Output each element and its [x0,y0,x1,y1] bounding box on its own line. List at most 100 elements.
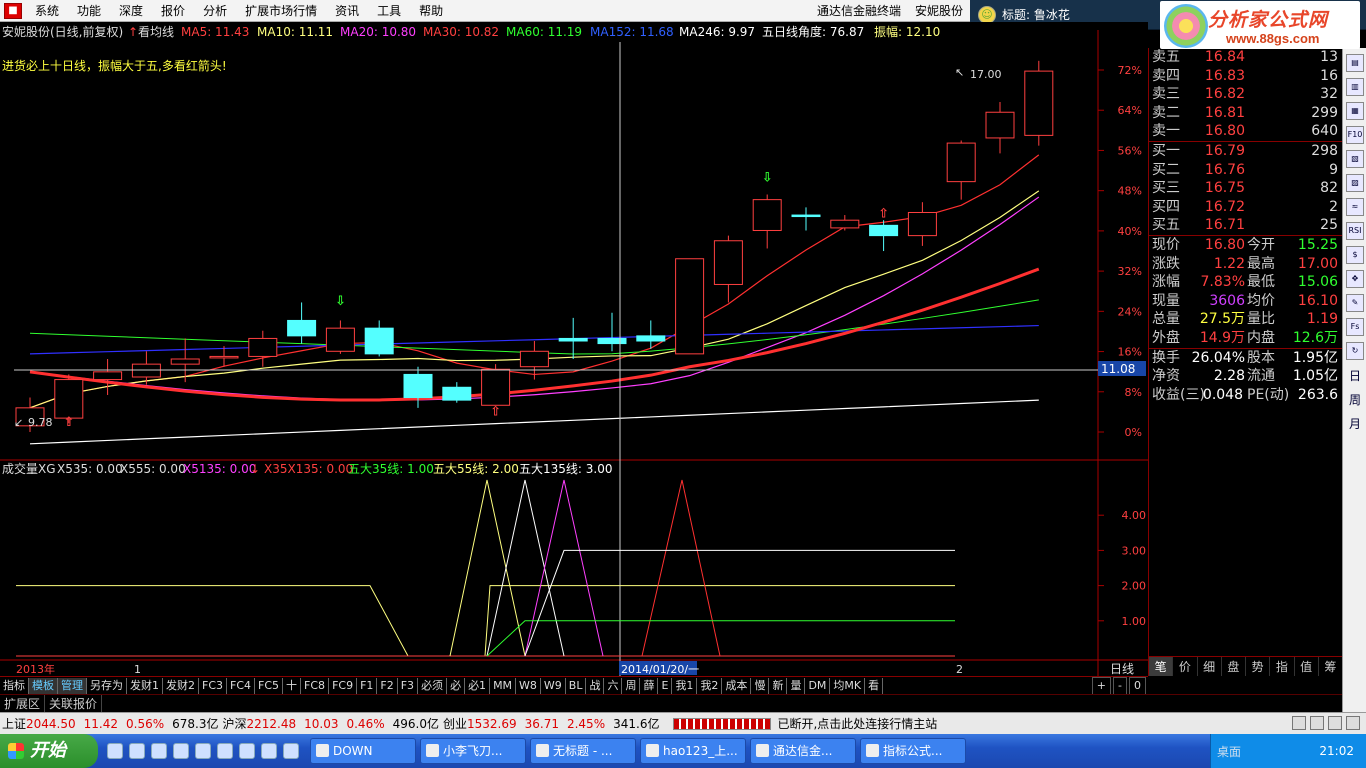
candle-body[interactable] [519,350,549,368]
quote-tab-7[interactable]: 筹 [1319,657,1343,676]
indicator-tab-33[interactable]: DM [805,677,831,694]
connection-message[interactable]: 已断开,点击此处连接行情主站 [777,715,937,732]
indicator-name[interactable]: 成交量XG [2,461,56,476]
indicator-tab-15[interactable]: 必须 [418,677,448,694]
zoom-out-button[interactable]: - [1113,677,1127,695]
ql-icon-8[interactable] [261,743,277,759]
desktop-label[interactable]: 桌面 [1211,743,1241,760]
indicator-tab-32[interactable]: 量 [787,677,806,694]
indicator-tab-28[interactable]: 我2 [697,677,723,694]
menu-quote[interactable]: 报价 [152,0,194,22]
indicator-tab-29[interactable]: 成本 [722,677,752,694]
task-hao123[interactable]: hao123_上... [640,738,746,764]
toolbar-refresh-icon[interactable]: ↻ [1346,342,1364,360]
toolbar-f10-button[interactable]: F10 [1346,126,1364,144]
indicator-tab-19[interactable]: W8 [516,677,541,694]
ext-area-tab[interactable]: 扩展区 [0,695,46,712]
order-row[interactable]: 买四 16.72 2 [1149,198,1342,217]
close-icon[interactable] [1346,716,1360,730]
indicator-tab-34[interactable]: 均MK [830,677,866,694]
candle-body[interactable] [1024,70,1054,136]
candle-body[interactable] [131,363,161,378]
toolbar-chart-icon[interactable]: ▤ [1346,54,1364,72]
candle-body[interactable] [403,373,433,399]
candle-body[interactable] [597,337,627,345]
task-xiaoli[interactable]: 小李飞刀... [420,738,526,764]
candle-body[interactable] [442,386,472,401]
indicator-tab-27[interactable]: 我1 [672,677,698,694]
indicator-tab-20[interactable]: W9 [541,677,566,694]
indicator-tab-1[interactable]: 模板 [29,677,58,694]
indicator-tab-9[interactable]: 十 [283,677,302,694]
order-row[interactable]: 买二 16.76 9 [1149,161,1342,180]
zoom-in-button[interactable]: + [1091,677,1112,695]
indicator-tab-26[interactable]: E [658,677,673,694]
toolbar-fs-button[interactable]: Fs [1346,318,1364,336]
candle-body[interactable] [364,327,394,355]
indicator-tab-35[interactable]: 看 [865,677,884,694]
toolbar-move-icon[interactable]: ✥ [1346,270,1364,288]
ql-icon-5[interactable] [195,743,211,759]
quote-tab-5[interactable]: 指 [1270,657,1295,676]
kline-chart[interactable]: 安妮股份(日线,前复权) ↑ 看均线 MA5: 11.43 MA10: 11.1… [0,22,1148,676]
quote-tab-4[interactable]: 势 [1246,657,1271,676]
toolbar-month-button[interactable]: 月 [1344,414,1366,434]
chart-area[interactable]: 安妮股份(日线,前复权) ↑ 看均线 MA5: 11.43 MA10: 11.1… [0,22,1148,676]
indicator-tab-12[interactable]: F1 [357,677,378,694]
indicator-tab-18[interactable]: MM [490,677,517,694]
indicator-tab-25[interactable]: 薛 [640,677,659,694]
mail-icon[interactable] [1292,716,1306,730]
candle-body[interactable] [636,335,666,342]
task-tdx[interactable]: 通达信金... [750,738,856,764]
order-row[interactable]: 买一 16.79 298 [1149,142,1342,161]
indicator-tab-3[interactable]: 另存为 [87,677,127,694]
candle-body[interactable] [93,371,123,381]
indicator-tab-17[interactable]: 必1 [465,677,491,694]
candle-body[interactable] [325,327,355,352]
task-untitled[interactable]: 无标题 - ... [530,738,636,764]
indicator-tab-22[interactable]: 战 [586,677,605,694]
task-formula[interactable]: 指标公式... [860,738,966,764]
candle-body[interactable] [946,142,976,183]
order-row[interactable]: 卖三 16.82 32 [1149,85,1342,104]
toolbar-day-button[interactable]: 日 [1344,366,1366,386]
ql-icon-1[interactable] [107,743,123,759]
toolbar-line-icon[interactable]: ▦ [1346,102,1364,120]
quote-tab-0[interactable]: 笔 [1149,657,1174,676]
indicator-tab-11[interactable]: FC9 [329,677,358,694]
indicator-tab-31[interactable]: 新 [769,677,788,694]
menu-tools[interactable]: 工具 [368,0,410,22]
menu-function[interactable]: 功能 [68,0,110,22]
indicator-tab-8[interactable]: FC5 [255,677,284,694]
toolbar-bar-icon[interactable]: ▥ [1346,78,1364,96]
candle-body[interactable] [54,379,84,419]
start-button[interactable]: 开始 [0,734,98,768]
quote-tab-1[interactable]: 价 [1173,657,1198,676]
chat-icon[interactable] [1310,716,1324,730]
indicator-tab-7[interactable]: FC4 [227,677,256,694]
menu-analysis[interactable]: 分析 [194,0,236,22]
menu-system[interactable]: 系统 [26,0,68,22]
candle-body[interactable] [170,358,200,365]
candle-body[interactable] [248,337,278,357]
candle-body[interactable] [209,355,239,359]
indicator-tab-30[interactable]: 慢 [751,677,770,694]
candle-body[interactable] [869,224,899,237]
toolbar-grid-icon[interactable]: ▧ [1346,150,1364,168]
indicator-tab-10[interactable]: FC8 [301,677,330,694]
settings-icon[interactable] [1328,716,1342,730]
order-row[interactable]: 卖四 16.83 16 [1149,67,1342,86]
candle-body[interactable] [830,219,860,229]
menu-extended-market[interactable]: 扩展市场行情 [236,0,326,22]
order-row[interactable]: 卖一 16.80 640 [1149,122,1342,141]
candle-body[interactable] [287,319,317,337]
indicator-tab-2[interactable]: 管理 [58,677,87,694]
toolbar-wave-icon[interactable]: ≈ [1346,198,1364,216]
order-row[interactable]: 买三 16.75 82 [1149,179,1342,198]
indicator-tab-5[interactable]: 发财2 [163,677,199,694]
ql-icon-9[interactable] [283,743,299,759]
candle-body[interactable] [558,337,588,342]
toolbar-pen-icon[interactable]: ✎ [1346,294,1364,312]
quote-tab-6[interactable]: 值 [1295,657,1319,676]
menu-info[interactable]: 资讯 [326,0,368,22]
